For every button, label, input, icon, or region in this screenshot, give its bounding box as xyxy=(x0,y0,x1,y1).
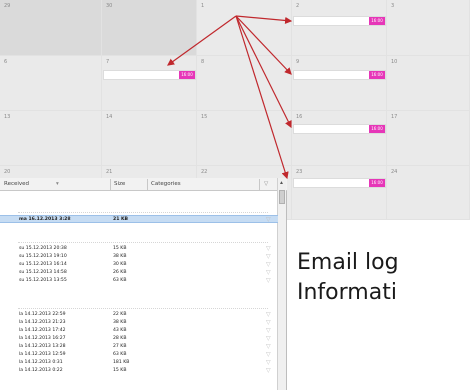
arrow-to-day-16-event xyxy=(235,15,292,129)
arrow-to-day-7-event xyxy=(167,15,237,66)
arrow-to-day-9-event xyxy=(235,15,292,75)
arrow-to-day-2-event xyxy=(235,15,293,25)
annotation-arrows xyxy=(167,15,293,180)
arrow-to-day-23-event xyxy=(235,15,289,180)
